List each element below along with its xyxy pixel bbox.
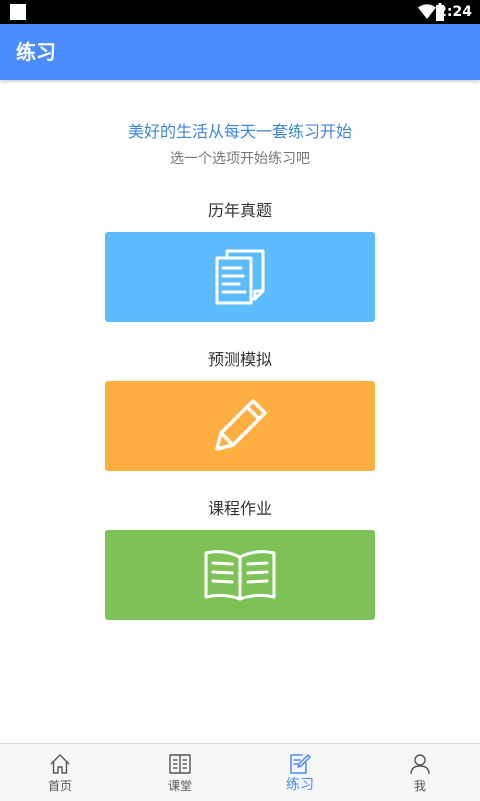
past-papers-button[interactable] [105, 232, 375, 322]
status-time: 2:24 [437, 4, 472, 20]
intro-subtitle: 选一个选项开始练习吧 [170, 151, 310, 167]
tab-label-me: 我 [413, 779, 426, 793]
notification-icon [10, 4, 26, 20]
coursework-button[interactable] [105, 530, 375, 620]
pencil-icon [215, 399, 267, 451]
bottom-tab-bar: 首页 课堂 练习 我 [0, 743, 480, 801]
wifi-icon [418, 4, 436, 19]
documents-icon [215, 249, 265, 305]
book-icon [169, 754, 191, 774]
status-bar: 2:24 [0, 0, 480, 24]
tab-label-classroom: 课堂 [167, 779, 192, 793]
mock-exam-button[interactable] [105, 381, 375, 471]
option-label-past-papers: 历年真题 [207, 201, 272, 220]
tab-classroom[interactable]: 课堂 [120, 744, 240, 801]
app-bar: 练习 [0, 24, 480, 80]
user-icon [410, 754, 430, 775]
intro-title: 美好的生活从每天一套练习开始 [127, 122, 352, 141]
edit-icon [290, 754, 311, 774]
page-title: 练习 [16, 40, 56, 64]
tab-me[interactable]: 我 [360, 744, 480, 801]
open-book-icon [204, 550, 276, 601]
tab-practice[interactable]: 练习 [240, 744, 360, 801]
tab-home[interactable]: 首页 [0, 744, 120, 801]
option-label-mock-exam: 预测模拟 [207, 350, 272, 369]
tab-label-practice: 练习 [286, 777, 314, 793]
home-icon [50, 754, 70, 774]
option-label-coursework: 课程作业 [207, 499, 272, 518]
tab-label-home: 首页 [47, 779, 72, 793]
